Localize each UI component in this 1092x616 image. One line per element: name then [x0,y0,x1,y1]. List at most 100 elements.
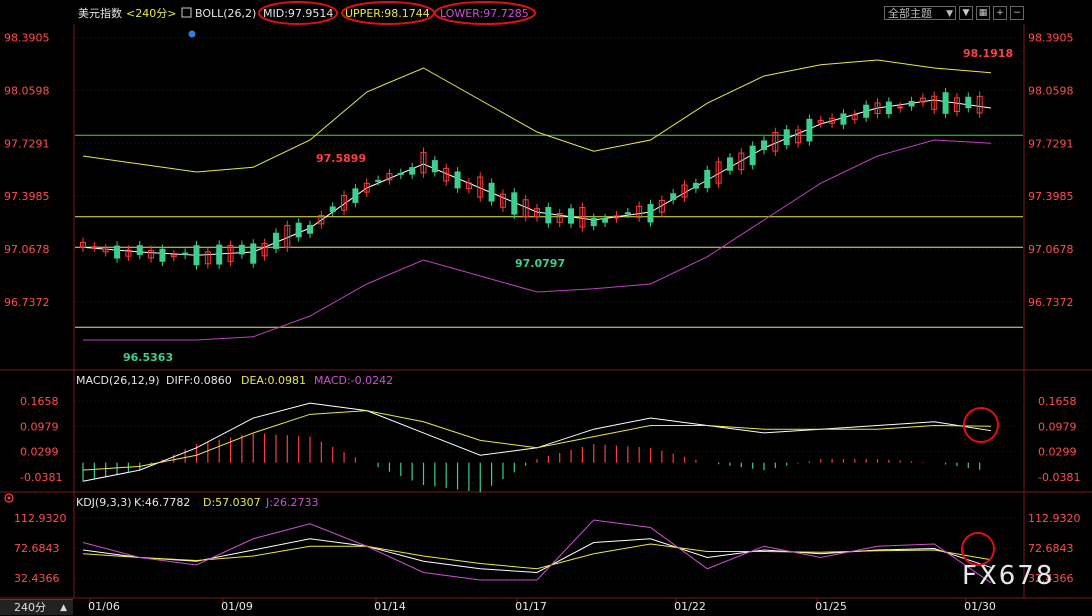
boll-upper-value: UPPER:98.1744 [345,7,430,20]
candle-body [182,252,189,255]
date-label: 01/06 [88,600,120,613]
zoom-in-button[interactable]: + [993,6,1007,20]
macd-label: MACD(26,12,9) [76,374,160,387]
macd-tick-left: 0.1658 [20,395,59,408]
macd-tick-right: 0.0979 [1038,420,1077,433]
candle-body [749,145,756,166]
annotation-mid-high: 97.5899 [316,152,366,165]
annotation-high: 98.1918 [963,47,1013,60]
candle-body [965,96,972,109]
date-label: 01/09 [221,600,253,613]
watermark-logo: FX678 [962,561,1055,591]
candle-body [624,212,631,215]
candle-body [783,129,790,146]
candle-body [863,104,870,118]
arrow-down-button[interactable]: ▼ [959,6,973,20]
candle-body [329,206,336,212]
price-tick-right: 98.3905 [1028,32,1074,45]
annotation-mid-low: 97.0797 [515,257,565,270]
price-tick-left: 97.3985 [4,190,50,203]
candle-body [908,100,915,107]
candle-body [397,172,404,175]
candle-body [806,118,813,142]
price-tick-left: 98.0598 [4,84,50,97]
kdj-k-line [82,538,992,574]
macd-tick-right: 0.0299 [1038,446,1077,459]
symbol-title: 美元指数 [78,6,122,20]
date-label: 01/25 [815,600,847,613]
candle-body [511,192,518,215]
price-tick-left: 97.0678 [4,243,50,256]
macd-macd-value: MACD:-0.0242 [314,374,393,387]
candle-body [136,245,143,255]
macd-dea-value: DEA:0.0981 [241,374,306,387]
candle-body [454,171,461,189]
chevron-down-icon: ▼ [946,9,953,19]
candle-body [238,244,245,255]
price-tick-right: 97.0678 [1028,243,1074,256]
price-tick-left: 96.7372 [4,296,50,309]
kdj-label: KDJ(9,3,3) [76,496,132,509]
candle-body [216,244,223,265]
chart-icon[interactable] [181,7,192,18]
macd-diff-value: DIFF:0.0860 [166,374,232,387]
period-label: <240分> [126,7,176,20]
candle-body [704,169,711,189]
candle-body [545,206,552,224]
candle-body [897,106,904,109]
candle-body [761,140,767,151]
triangle-up-icon: ▲ [60,603,67,613]
price-tick-right: 97.7291 [1028,137,1074,150]
chart-toolbar: 全部主题 ▼ ▼ ▦ + − [884,5,1024,21]
candle-body [670,193,677,200]
candle-body [692,182,699,189]
macd-tick-right: -0.0381 [1038,471,1080,484]
candle-body [885,101,892,115]
candle-body [726,157,733,171]
candle-body [942,92,949,114]
candle-body [488,182,495,202]
period-tab[interactable]: 240分 ▲ [0,599,73,615]
candle-body [409,167,416,175]
candle-body [295,222,302,238]
candle-body [352,188,359,203]
candle-body [91,246,98,249]
price-tick-left: 97.7291 [4,137,50,150]
candle-body [272,232,279,249]
marker-dot [188,30,196,38]
theme-select[interactable]: 全部主题 ▼ [884,6,956,20]
kdj-tick-right: 112.9320 [1028,512,1081,525]
candle-body [193,245,200,266]
price-tick-right: 96.7372 [1028,296,1074,309]
kdj-tick-left: 72.6843 [14,542,60,555]
annotation-circle-macd [963,407,999,443]
boll-lower-value: LOWER:97.7285 [440,7,529,20]
date-label: 01/17 [515,600,547,613]
period-tab-label: 240分 [14,601,46,614]
date-label: 01/14 [374,600,406,613]
candle-body [568,208,575,224]
macd-tick-right: 0.1658 [1038,395,1077,408]
boll-mid-value: MID:97.9514 [263,7,333,20]
annotation-low: 96.5363 [123,351,173,364]
candle-body [647,204,654,223]
candle-body [590,217,597,227]
macd-tick-left: 0.0979 [20,420,59,433]
kdj-tick-right: 72.6843 [1028,542,1074,555]
macd-tick-left: 0.0299 [20,446,59,459]
candle-body [307,224,313,234]
kdj-tick-left: 32.4366 [14,572,60,585]
kdj-tick-left: 112.9320 [14,512,67,525]
candle-body [375,179,382,182]
candle-body [840,113,847,125]
settings-icon-dot [7,496,11,500]
theme-select-label: 全部主题 [888,7,932,20]
candle-body [250,243,257,264]
chart-canvas[interactable]: 98.3905 98.3905 98.0598 98.0598 97.7291 97.72… [0,0,1092,615]
zoom-out-button[interactable]: − [1010,6,1024,20]
candle-body [159,248,166,262]
chart-settings-button[interactable]: ▦ [976,6,990,20]
candle-body [431,160,438,173]
date-label: 01/22 [674,600,706,613]
price-tick-right: 98.0598 [1028,84,1074,97]
